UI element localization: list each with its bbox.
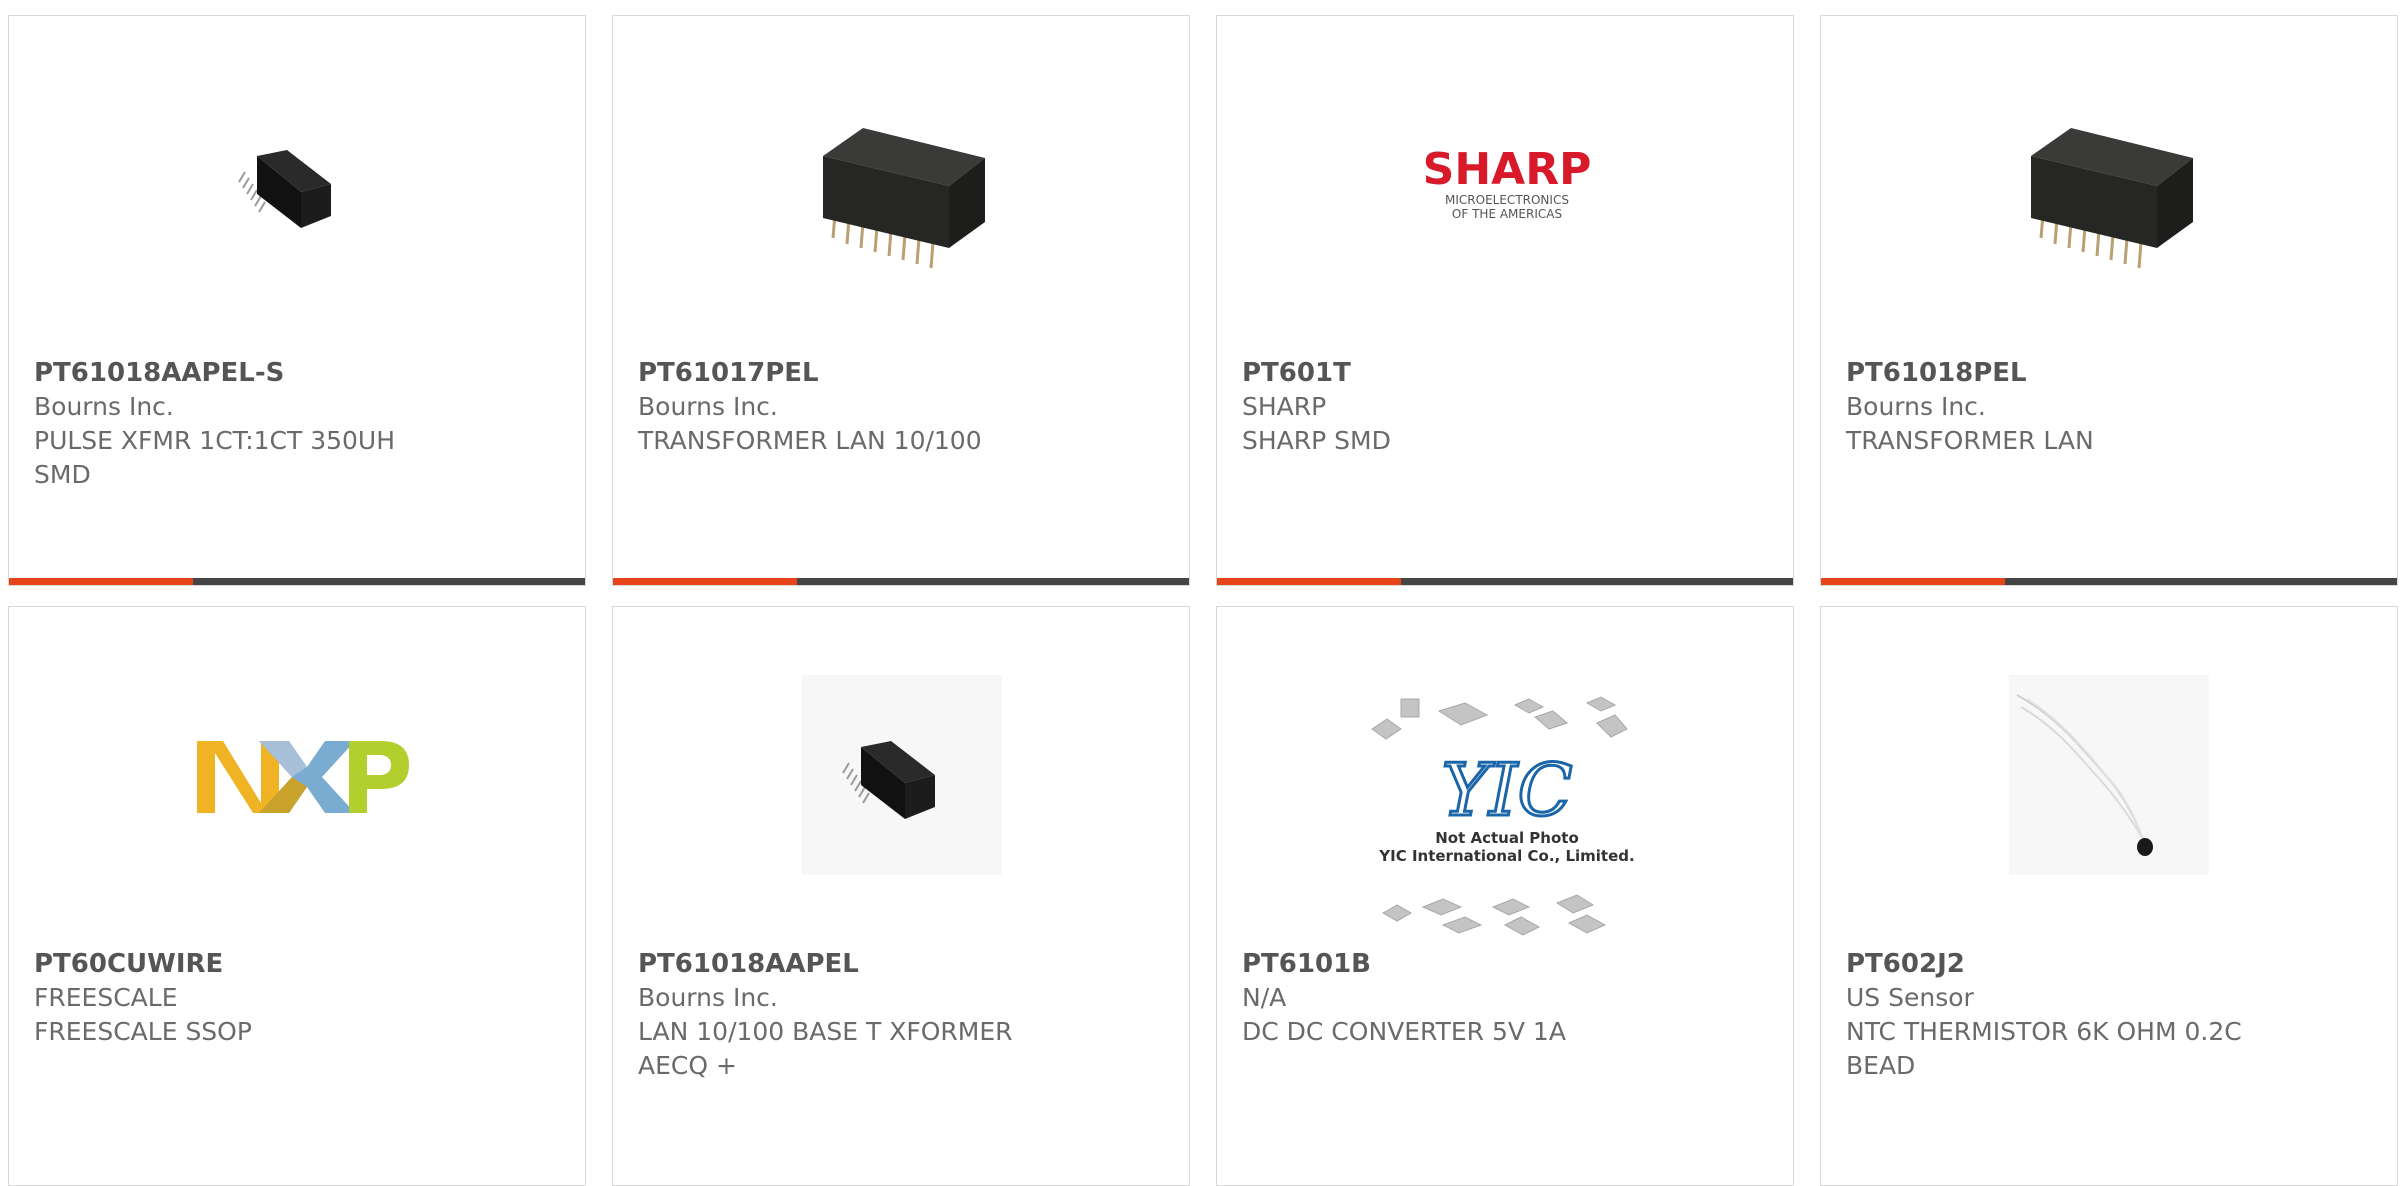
- product-description: NTC THERMISTOR 6K OHM 0.2C BEAD: [1846, 1017, 2242, 1080]
- product-part-number[interactable]: PT61017PEL: [638, 356, 1169, 390]
- progress-bar: [1217, 578, 1793, 585]
- svg-text:MICROELECTRONICS: MICROELECTRONICS: [1445, 193, 1569, 207]
- product-card[interactable]: PT61018AAPEL-S Bourns Inc. PULSE XFMR 1C…: [8, 15, 586, 586]
- product-card[interactable]: PT602J2 US Sensor NTC THERMISTOR 6K OHM …: [1820, 606, 2398, 1186]
- product-image[interactable]: [613, 607, 1189, 937]
- nxp-logo: [197, 741, 409, 813]
- product-card[interactable]: PT61017PEL Bourns Inc. TRANSFORMER LAN 1…: [612, 15, 1190, 586]
- svg-text:SHARP: SHARP: [1423, 144, 1592, 195]
- product-manufacturer: Bourns Inc.: [34, 392, 174, 421]
- product-card[interactable]: YIC Not Actual Photo YIC International C…: [1216, 606, 1794, 1186]
- product-manufacturer: US Sensor: [1846, 983, 1974, 1012]
- transformer-chip-icon: [2031, 128, 2193, 269]
- progress-fill: [1217, 578, 1402, 585]
- product-manufacturer: Bourns Inc.: [638, 392, 778, 421]
- product-image[interactable]: SHARP MICROELECTRONICS OF THE AMERICAS: [1217, 16, 1793, 346]
- product-description: DC DC CONVERTER 5V 1A: [1242, 1017, 1566, 1046]
- svg-text:YIC International Co., Limited: YIC International Co., Limited.: [1378, 847, 1634, 865]
- small-transformer-chip-icon: [802, 675, 1002, 875]
- product-description: FREESCALE SSOP: [34, 1017, 252, 1046]
- transformer-chip-icon: [823, 128, 985, 269]
- product-description: TRANSFORMER LAN 10/100: [638, 426, 982, 455]
- progress-bar: [613, 578, 1189, 585]
- progress-bar: [9, 578, 585, 585]
- svg-text:OF THE AMERICAS: OF THE AMERICAS: [1452, 207, 1562, 221]
- product-image[interactable]: [1821, 16, 2397, 346]
- product-description: PULSE XFMR 1CT:1CT 350UH SMD: [34, 426, 396, 489]
- thermistor-photo: [2009, 675, 2209, 875]
- product-part-number[interactable]: PT601T: [1242, 356, 1773, 390]
- product-manufacturer: FREESCALE: [34, 983, 178, 1012]
- yic-placeholder-image: YIC Not Actual Photo YIC International C…: [1371, 696, 1635, 936]
- product-part-number[interactable]: PT61018PEL: [1846, 356, 2377, 390]
- product-description: TRANSFORMER LAN: [1846, 426, 2094, 455]
- progress-fill: [1821, 578, 2006, 585]
- product-card[interactable]: PT61018AAPEL Bourns Inc. LAN 10/100 BASE…: [612, 606, 1190, 1186]
- product-image[interactable]: [1821, 607, 2397, 937]
- product-card[interactable]: SHARP MICROELECTRONICS OF THE AMERICAS P…: [1216, 15, 1794, 586]
- product-description: SHARP SMD: [1242, 426, 1391, 455]
- product-part-number[interactable]: PT61018AAPEL-S: [34, 356, 565, 390]
- product-manufacturer: Bourns Inc.: [1846, 392, 1986, 421]
- svg-text:Not Actual Photo: Not Actual Photo: [1435, 829, 1579, 847]
- product-part-number[interactable]: PT6101B: [1242, 947, 1773, 981]
- product-manufacturer: Bourns Inc.: [638, 983, 778, 1012]
- progress-fill: [9, 578, 194, 585]
- product-image[interactable]: [9, 607, 585, 937]
- product-part-number[interactable]: PT61018AAPEL: [638, 947, 1169, 981]
- product-image[interactable]: [9, 16, 585, 346]
- product-image[interactable]: YIC Not Actual Photo YIC International C…: [1217, 607, 1793, 937]
- progress-fill: [613, 578, 798, 585]
- progress-bar: [1821, 578, 2397, 585]
- product-card[interactable]: PT61018PEL Bourns Inc. TRANSFORMER LAN: [1820, 15, 2398, 586]
- product-manufacturer: N/A: [1242, 983, 1287, 1012]
- product-part-number[interactable]: PT602J2: [1846, 947, 2377, 981]
- product-image[interactable]: [613, 16, 1189, 346]
- product-part-number[interactable]: PT60CUWIRE: [34, 947, 565, 981]
- product-card[interactable]: PT60CUWIRE FREESCALE FREESCALE SSOP: [8, 606, 586, 1186]
- svg-text:YIC: YIC: [1441, 748, 1572, 832]
- product-manufacturer: SHARP: [1242, 392, 1327, 421]
- product-description: LAN 10/100 BASE T XFORMER AECQ +: [638, 1017, 1013, 1080]
- sharp-logo: SHARP MICROELECTRONICS OF THE AMERICAS: [1423, 144, 1592, 221]
- small-transformer-chip-icon: [238, 150, 331, 228]
